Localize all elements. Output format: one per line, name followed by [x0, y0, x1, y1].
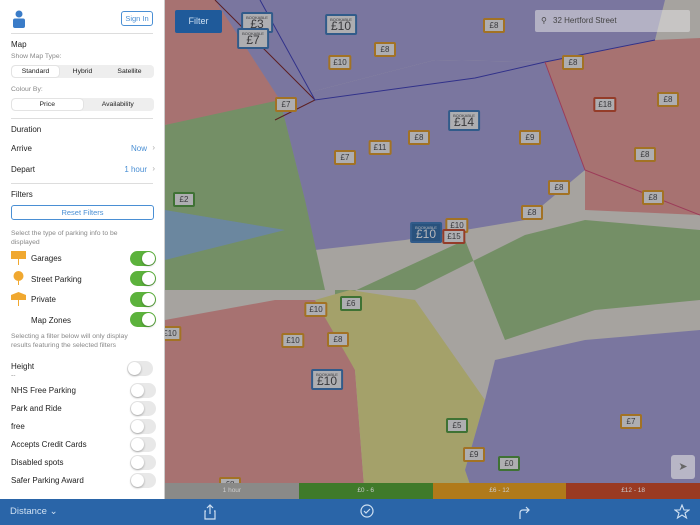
favorite-star-icon[interactable]	[674, 504, 690, 520]
colour-by-segmented: Price Availability	[11, 98, 154, 111]
directions-icon[interactable]	[516, 504, 532, 520]
price-legend: 1 hour £0 - 6 £6 - 12 £12 - 18	[165, 483, 700, 499]
colour-by-label: Colour By:	[11, 86, 43, 93]
filter-hint: Selecting a filter below will only displ…	[11, 333, 128, 349]
search-value: 32 Hertford Street	[553, 16, 617, 25]
street-parking-toggle[interactable]	[130, 271, 156, 286]
sidebar: Sign In Map Show Map Type: Standard Hybr…	[0, 0, 165, 499]
divider	[11, 118, 153, 119]
legend-low: £0 - 6	[298, 483, 433, 499]
filter-label: Park and Ride	[11, 404, 62, 413]
user-avatar-icon[interactable]	[12, 10, 26, 28]
map-type-segmented: Standard Hybrid Satellite	[11, 65, 154, 78]
arrive-value: Now	[130, 144, 147, 153]
map-zones-toggle[interactable]	[130, 312, 156, 327]
type-label: Private	[31, 295, 56, 304]
filter-label: Accepts Credit Cards	[11, 440, 87, 449]
locate-me-icon[interactable]: ➤	[671, 455, 695, 479]
private-icon	[11, 292, 26, 306]
legend-high: £12 - 18	[566, 483, 700, 499]
height-value: --	[11, 372, 16, 379]
height-toggle[interactable]	[127, 361, 153, 376]
check-pin-icon[interactable]	[359, 504, 375, 520]
map-type-label: Show Map Type:	[11, 53, 62, 60]
map-heading: Map	[11, 40, 27, 49]
duration-heading: Duration	[11, 125, 42, 134]
share-icon[interactable]	[202, 504, 218, 520]
type-label: Garages	[31, 254, 62, 263]
park-and-ride-toggle[interactable]	[130, 401, 156, 416]
type-label: Street Parking	[31, 275, 82, 284]
disabled-spots-toggle[interactable]	[130, 455, 156, 470]
colour-by-availability[interactable]: Availability	[83, 99, 154, 110]
garages-toggle[interactable]	[130, 251, 156, 266]
divider	[11, 183, 153, 184]
filter-label: NHS Free Parking	[11, 386, 76, 395]
divider	[11, 33, 153, 34]
map-type-hybrid[interactable]: Hybrid	[59, 66, 106, 77]
type-label: Map Zones	[31, 316, 72, 325]
depart-value: 1 hour	[124, 165, 147, 174]
street-parking-icon	[13, 271, 24, 285]
legend-duration: 1 hour	[165, 483, 299, 499]
search-icon: ⚲	[541, 16, 547, 25]
chevron-right-icon: ›	[152, 164, 155, 173]
free-toggle[interactable]	[130, 419, 156, 434]
distance-label: Distance	[10, 506, 47, 517]
arrive-label: Arrive	[11, 144, 32, 153]
sign-in-button[interactable]: Sign In	[121, 11, 153, 26]
filter-label: free	[11, 422, 25, 431]
colour-by-price[interactable]: Price	[12, 99, 83, 110]
legend-mid: £6 - 12	[432, 483, 567, 499]
bottom-toolbar: Distance ⌄	[0, 499, 700, 525]
map-type-standard[interactable]: Standard	[12, 66, 59, 77]
map-type-satellite[interactable]: Satellite	[106, 66, 153, 77]
safer-parking-award-toggle[interactable]	[130, 473, 156, 488]
nhs-free-parking-toggle[interactable]	[130, 383, 156, 398]
dim-overlay	[165, 0, 700, 499]
chevron-right-icon: ›	[152, 143, 155, 152]
garage-icon	[11, 251, 26, 265]
reset-filters-button[interactable]: Reset Filters	[11, 205, 154, 220]
filter-label: Disabled spots	[11, 458, 64, 467]
filters-heading: Filters	[11, 190, 33, 199]
filter-button[interactable]: Filter	[175, 10, 222, 33]
accepts-credit-cards-toggle[interactable]	[130, 437, 156, 452]
private-toggle[interactable]	[130, 292, 156, 307]
search-field[interactable]: ⚲ 32 Hertford Street	[535, 10, 690, 32]
type-hint: Select the type of parking info to be di…	[11, 230, 118, 246]
depart-label: Depart	[11, 165, 36, 174]
filter-label: Safer Parking Award	[11, 476, 84, 485]
chevron-down-icon: ⌄	[49, 506, 58, 517]
distance-sort-button[interactable]: Distance ⌄	[10, 499, 58, 525]
height-label: Height	[11, 362, 35, 371]
map-view[interactable]: BOOKABLE £3 BOOKABLE £7 BOOKABLE £10 £8 £8 £10 £8…	[165, 0, 700, 499]
